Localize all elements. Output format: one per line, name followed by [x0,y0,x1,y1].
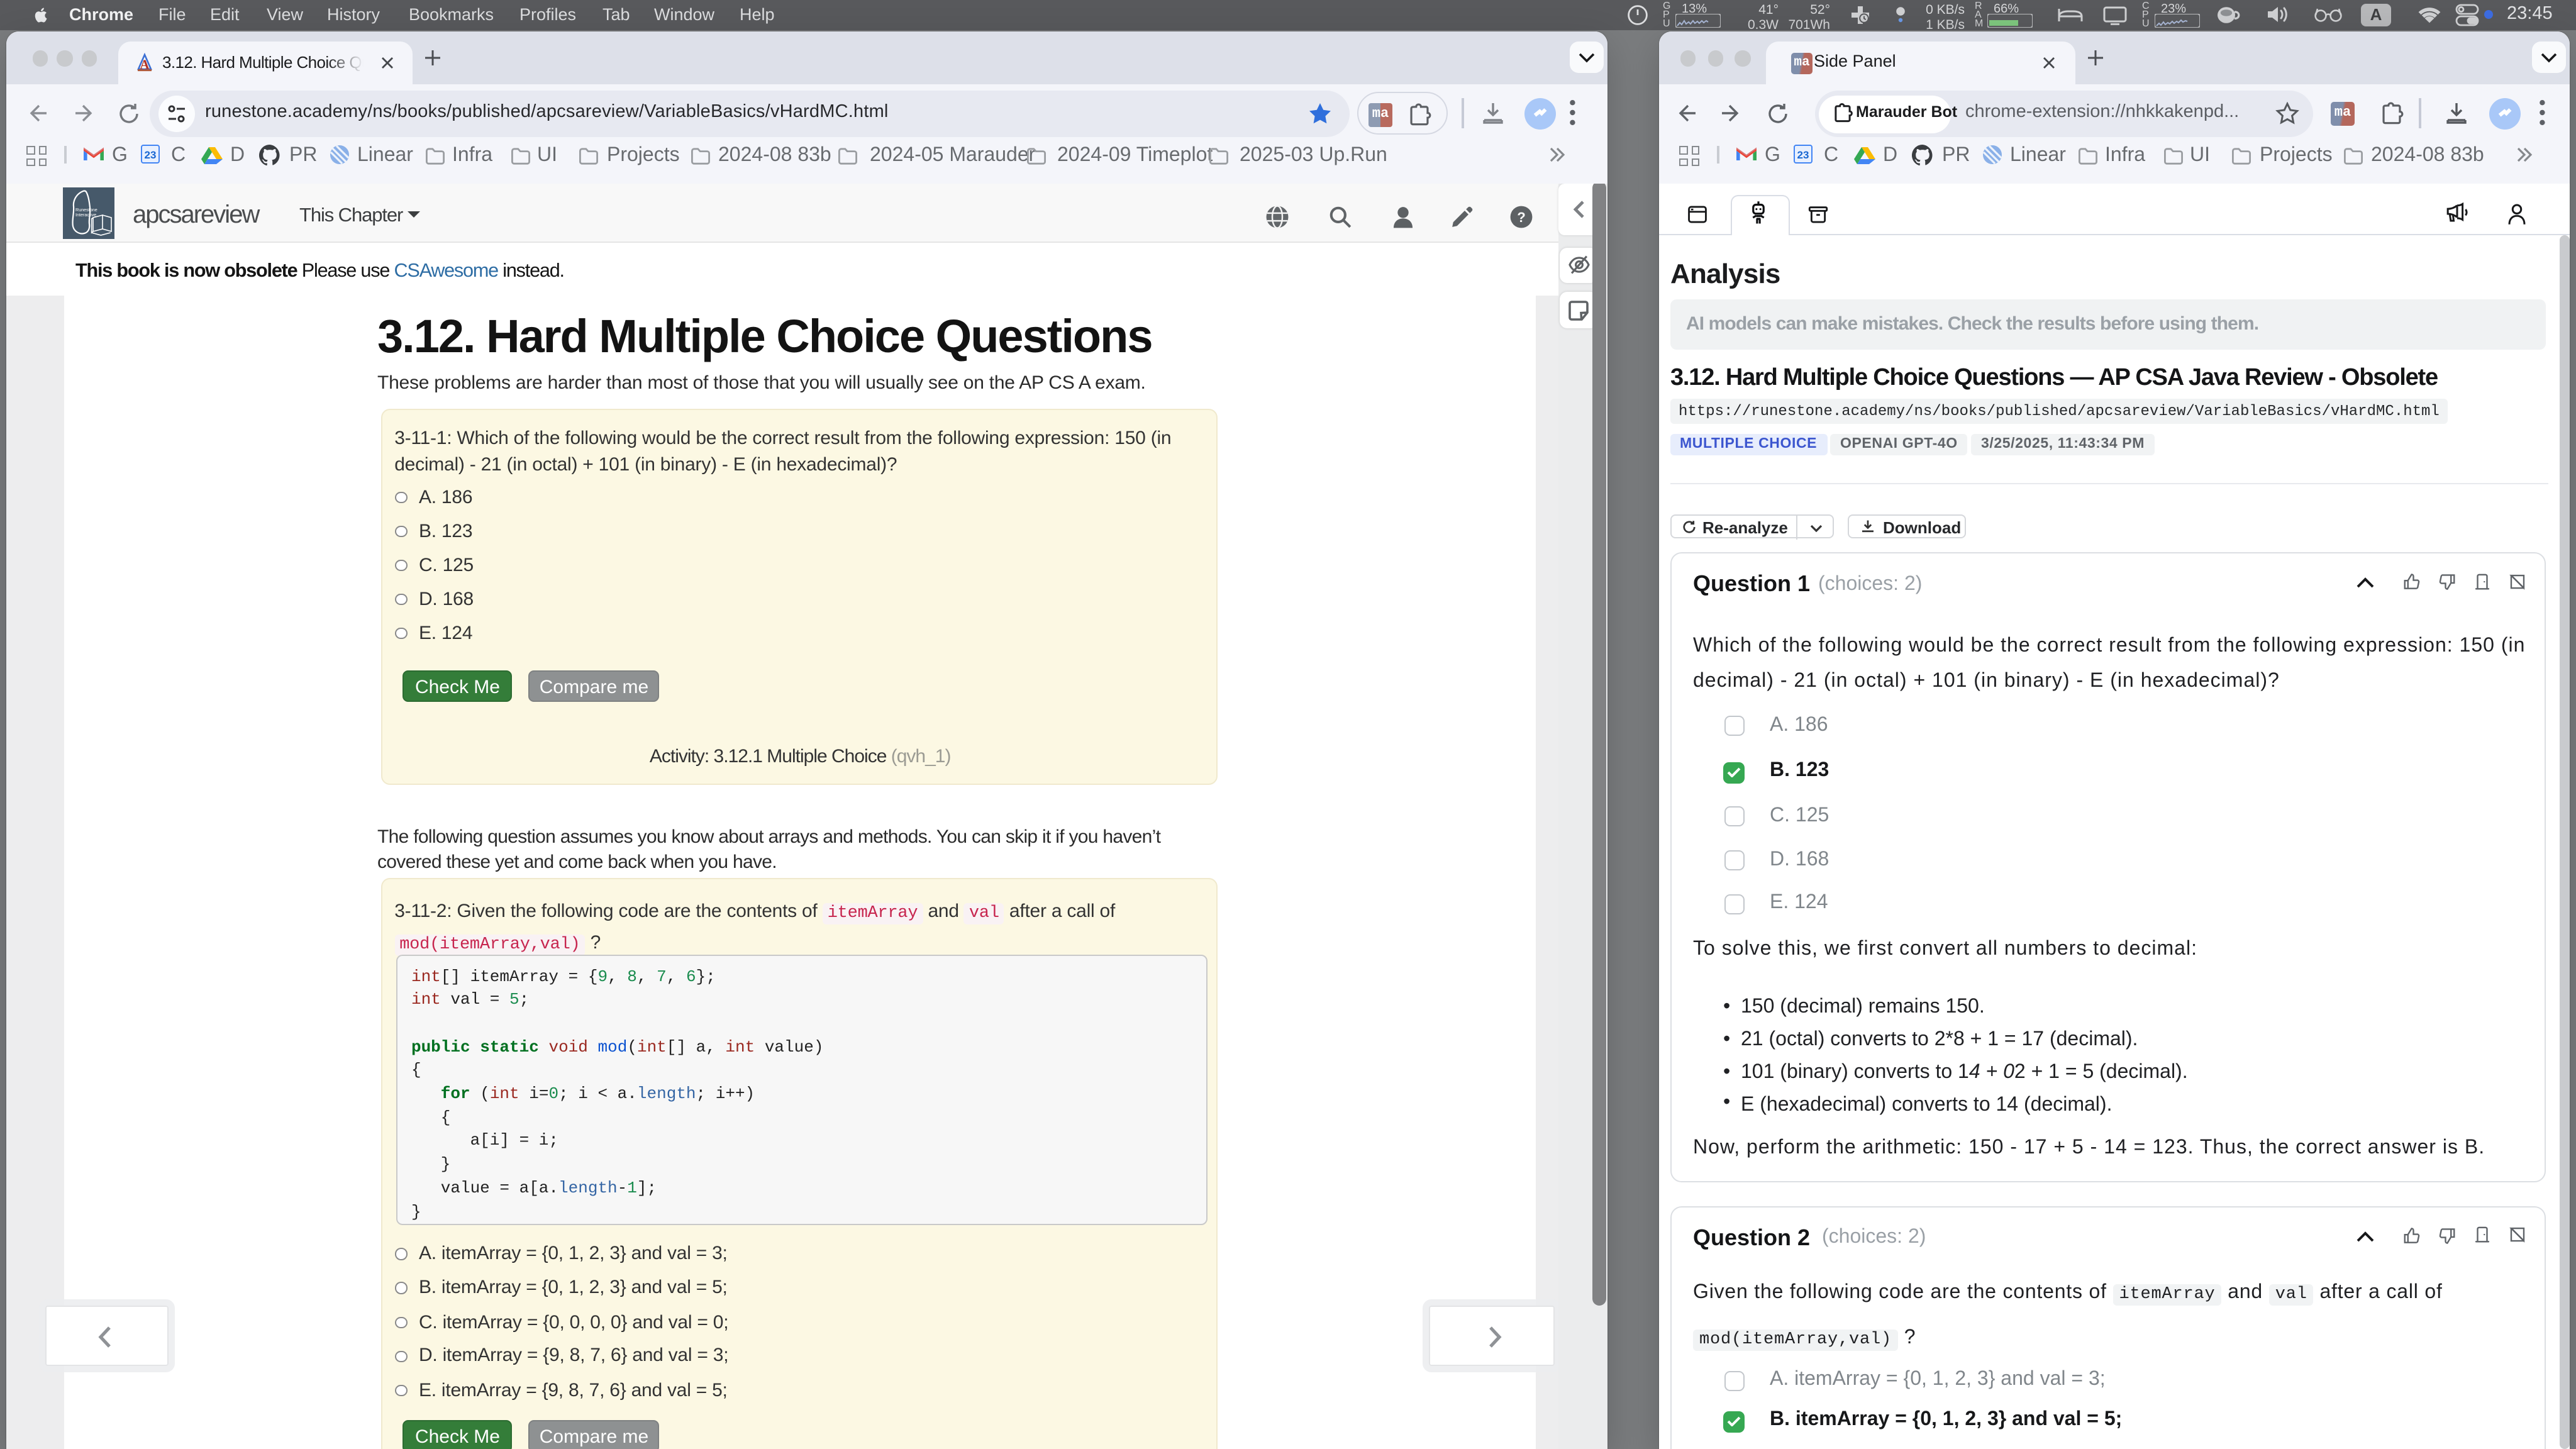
svg-text:?: ? [1516,209,1525,225]
svg-text:Interactive: Interactive [75,212,96,218]
